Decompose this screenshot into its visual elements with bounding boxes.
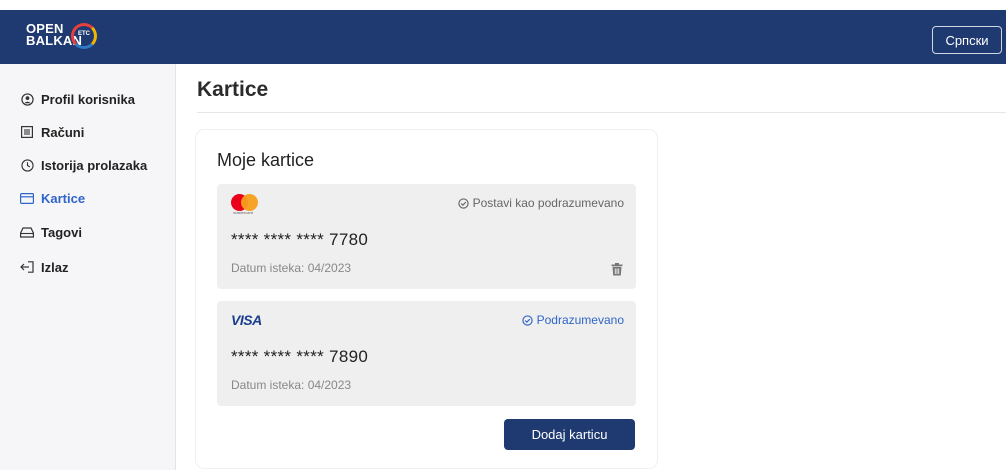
logo-badge: ETC	[78, 31, 90, 37]
card-number: **** **** **** 7780	[231, 230, 369, 249]
sidebar-item-label: Tagovi	[41, 224, 82, 240]
card-number: **** **** **** 7890	[231, 347, 369, 366]
set-default-label: Postavi kao podrazumevano	[472, 196, 624, 210]
title-divider	[197, 112, 1006, 113]
card-expiry: Datum isteka: 04/2023	[231, 261, 352, 275]
open-balkan-logo[interactable]: OPEN BALKAN ETC	[26, 22, 116, 51]
mastercard-logo-icon: mastercard	[231, 194, 263, 215]
sidebar-item-profil-korisnika[interactable]: Profil korisnika	[20, 89, 135, 109]
sidebar-item-label: Kartice	[41, 190, 86, 206]
default-card-badge: Podrazumevano	[521, 313, 624, 327]
tag-device-icon	[20, 225, 34, 239]
credit-card-icon	[20, 191, 34, 205]
sidebar-item-tagovi[interactable]: Tagovi	[20, 222, 82, 242]
logout-icon	[20, 260, 34, 274]
main-content: Kartice Moje kartice mastercard Postavi …	[176, 64, 1006, 470]
receipt-icon	[20, 125, 34, 139]
check-circle-icon	[521, 314, 533, 326]
sidebar-item-kartice[interactable]: Kartice	[20, 188, 85, 208]
language-button[interactable]: Српски	[932, 26, 1002, 54]
check-circle-icon	[457, 197, 469, 209]
add-card-button[interactable]: Dodaj karticu	[504, 419, 635, 450]
sidebar-item-label: Profil korisnika	[41, 91, 135, 107]
page-title: Kartice	[197, 78, 269, 101]
sidebar-item-istorija-prolazaka[interactable]: Istorija prolazaka	[20, 155, 147, 175]
payment-card-mastercard: mastercard Postavi kao podrazumevano ***…	[217, 184, 636, 289]
sidebar: Profil korisnika Računi Istorija prolaza…	[0, 64, 176, 470]
panel-title: Moje kartice	[217, 150, 315, 170]
sidebar-item-izlaz[interactable]: Izlaz	[20, 257, 68, 277]
card-expiry: Datum isteka: 04/2023	[231, 378, 352, 392]
sidebar-item-racuni[interactable]: Računi	[20, 122, 84, 142]
sidebar-item-label: Računi	[41, 124, 85, 140]
default-label: Podrazumevano	[536, 313, 624, 327]
sidebar-item-label: Izlaz	[41, 259, 69, 275]
delete-card-icon[interactable]	[611, 263, 623, 281]
visa-logo: VISA	[231, 312, 262, 328]
clock-icon	[20, 158, 34, 172]
top-bar: OPEN BALKAN ETC Српски	[0, 10, 1006, 64]
user-circle-icon	[20, 92, 34, 106]
set-default-button[interactable]: Postavi kao podrazumevano	[457, 196, 624, 210]
my-cards-panel: Moje kartice mastercard Postavi kao podr…	[196, 130, 657, 468]
payment-card-visa: VISA Podrazumevano **** **** **** 7890 D…	[217, 301, 636, 406]
sidebar-item-label: Istorija prolazaka	[41, 157, 148, 173]
